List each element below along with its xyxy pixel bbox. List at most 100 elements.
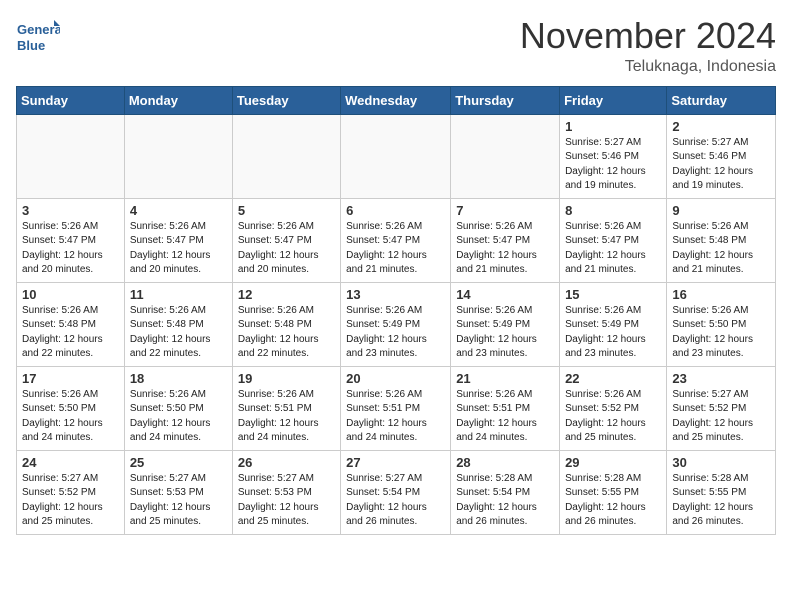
calendar-cell (124, 114, 232, 198)
calendar-cell: 14 Sunrise: 5:26 AM Sunset: 5:49 PM Dayli… (451, 282, 560, 366)
day-info: Sunrise: 5:26 AM Sunset: 5:50 PM Dayligh… (130, 388, 227, 446)
calendar-cell: 17 Sunrise: 5:26 AM Sunset: 5:50 PM Dayli… (17, 366, 125, 450)
day-number: 24 (22, 455, 119, 470)
calendar-header-row: Sunday Monday Tuesday Wednesday Thursday… (17, 86, 776, 114)
svg-text:Blue: Blue (17, 38, 45, 53)
day-info: Sunrise: 5:27 AM Sunset: 5:54 PM Dayligh… (346, 472, 445, 530)
calendar-cell: 3 Sunrise: 5:26 AM Sunset: 5:47 PM Daylig… (17, 198, 125, 282)
day-number: 3 (22, 203, 119, 218)
col-saturday: Saturday (667, 86, 776, 114)
day-info: Sunrise: 5:26 AM Sunset: 5:52 PM Dayligh… (565, 388, 661, 446)
day-info: Sunrise: 5:28 AM Sunset: 5:54 PM Dayligh… (456, 472, 554, 530)
calendar-cell (232, 114, 340, 198)
day-info: Sunrise: 5:27 AM Sunset: 5:52 PM Dayligh… (22, 472, 119, 530)
calendar-cell: 28 Sunrise: 5:28 AM Sunset: 5:54 PM Dayli… (451, 450, 560, 534)
day-number: 1 (565, 119, 661, 134)
day-info: Sunrise: 5:27 AM Sunset: 5:53 PM Dayligh… (238, 472, 335, 530)
day-info: Sunrise: 5:27 AM Sunset: 5:52 PM Dayligh… (672, 388, 770, 446)
col-monday: Monday (124, 86, 232, 114)
day-info: Sunrise: 5:26 AM Sunset: 5:48 PM Dayligh… (130, 304, 227, 362)
calendar-cell: 27 Sunrise: 5:27 AM Sunset: 5:54 PM Dayli… (341, 450, 451, 534)
calendar-cell: 15Sunrise: 5:26 AM Sunset: 5:49 PM Dayli… (560, 282, 667, 366)
calendar-cell: 21 Sunrise: 5:26 AM Sunset: 5:51 PM Dayli… (451, 366, 560, 450)
day-number: 22 (565, 371, 661, 386)
day-info: Sunrise: 5:27 AM Sunset: 5:46 PM Dayligh… (672, 136, 770, 194)
calendar-cell: 5 Sunrise: 5:26 AM Sunset: 5:47 PM Daylig… (232, 198, 340, 282)
day-info: Sunrise: 5:26 AM Sunset: 5:47 PM Dayligh… (456, 220, 554, 278)
month-title: November 2024 (520, 16, 776, 56)
calendar-cell: 20 Sunrise: 5:26 AM Sunset: 5:51 PM Dayli… (341, 366, 451, 450)
day-number: 15 (565, 287, 661, 302)
day-number: 12 (238, 287, 335, 302)
calendar-cell: 29 Sunrise: 5:28 AM Sunset: 5:55 PM Dayli… (560, 450, 667, 534)
calendar-cell: 8 Sunrise: 5:26 AM Sunset: 5:47 PM Daylig… (560, 198, 667, 282)
day-number: 28 (456, 455, 554, 470)
logo-svg: General Blue (16, 16, 60, 60)
day-number: 6 (346, 203, 445, 218)
day-info: Sunrise: 5:26 AM Sunset: 5:47 PM Dayligh… (130, 220, 227, 278)
logo-area: General Blue (16, 16, 60, 60)
calendar-cell: 1 Sunrise: 5:27 AM Sunset: 5:46 PM Daylig… (560, 114, 667, 198)
day-number: 7 (456, 203, 554, 218)
day-number: 9 (672, 203, 770, 218)
calendar-cell: 18 Sunrise: 5:26 AM Sunset: 5:50 PM Dayli… (124, 366, 232, 450)
day-number: 19 (238, 371, 335, 386)
calendar-cell: 22 Sunrise: 5:26 AM Sunset: 5:52 PM Dayli… (560, 366, 667, 450)
title-area: November 2024 Teluknaga, Indonesia (520, 16, 776, 76)
day-info: Sunrise: 5:26 AM Sunset: 5:48 PM Dayligh… (238, 304, 335, 362)
calendar-cell (341, 114, 451, 198)
day-info: Sunrise: 5:26 AM Sunset: 5:47 PM Dayligh… (346, 220, 445, 278)
day-number: 20 (346, 371, 445, 386)
calendar-cell: 10Sunrise: 5:26 AM Sunset: 5:48 PM Dayli… (17, 282, 125, 366)
col-thursday: Thursday (451, 86, 560, 114)
page: General Blue November 2024 Teluknaga, In… (0, 0, 792, 547)
day-number: 17 (22, 371, 119, 386)
day-number: 5 (238, 203, 335, 218)
day-info: Sunrise: 5:28 AM Sunset: 5:55 PM Dayligh… (565, 472, 661, 530)
location-title: Teluknaga, Indonesia (520, 58, 776, 76)
calendar-cell: 19 Sunrise: 5:26 AM Sunset: 5:51 PM Dayli… (232, 366, 340, 450)
svg-text:General: General (17, 22, 60, 37)
week-row-3: 10Sunrise: 5:26 AM Sunset: 5:48 PM Dayli… (17, 282, 776, 366)
calendar-cell: 7 Sunrise: 5:26 AM Sunset: 5:47 PM Daylig… (451, 198, 560, 282)
day-number: 18 (130, 371, 227, 386)
calendar-cell: 4Sunrise: 5:26 AM Sunset: 5:47 PM Daylig… (124, 198, 232, 282)
day-info: Sunrise: 5:26 AM Sunset: 5:47 PM Dayligh… (565, 220, 661, 278)
calendar-cell (17, 114, 125, 198)
day-info: Sunrise: 5:27 AM Sunset: 5:53 PM Dayligh… (130, 472, 227, 530)
day-info: Sunrise: 5:26 AM Sunset: 5:47 PM Dayligh… (238, 220, 335, 278)
calendar-cell: 16 Sunrise: 5:26 AM Sunset: 5:50 PM Dayli… (667, 282, 776, 366)
calendar-cell: 30 Sunrise: 5:28 AM Sunset: 5:55 PM Dayli… (667, 450, 776, 534)
day-info: Sunrise: 5:26 AM Sunset: 5:47 PM Dayligh… (22, 220, 119, 278)
calendar-cell: 2 Sunrise: 5:27 AM Sunset: 5:46 PM Daylig… (667, 114, 776, 198)
calendar-cell: 23Sunrise: 5:27 AM Sunset: 5:52 PM Dayli… (667, 366, 776, 450)
calendar: Sunday Monday Tuesday Wednesday Thursday… (16, 86, 776, 535)
day-number: 16 (672, 287, 770, 302)
day-number: 29 (565, 455, 661, 470)
day-number: 21 (456, 371, 554, 386)
day-number: 26 (238, 455, 335, 470)
week-row-2: 3 Sunrise: 5:26 AM Sunset: 5:47 PM Daylig… (17, 198, 776, 282)
calendar-cell: 24 Sunrise: 5:27 AM Sunset: 5:52 PM Dayli… (17, 450, 125, 534)
day-number: 27 (346, 455, 445, 470)
day-info: Sunrise: 5:26 AM Sunset: 5:50 PM Dayligh… (672, 304, 770, 362)
day-number: 8 (565, 203, 661, 218)
calendar-cell: 6 Sunrise: 5:26 AM Sunset: 5:47 PM Daylig… (341, 198, 451, 282)
day-number: 2 (672, 119, 770, 134)
day-info: Sunrise: 5:26 AM Sunset: 5:51 PM Dayligh… (346, 388, 445, 446)
day-number: 14 (456, 287, 554, 302)
calendar-cell (451, 114, 560, 198)
col-wednesday: Wednesday (341, 86, 451, 114)
week-row-1: 1 Sunrise: 5:27 AM Sunset: 5:46 PM Daylig… (17, 114, 776, 198)
day-info: Sunrise: 5:26 AM Sunset: 5:49 PM Dayligh… (346, 304, 445, 362)
day-info: Sunrise: 5:27 AM Sunset: 5:46 PM Dayligh… (565, 136, 661, 194)
day-info: Sunrise: 5:26 AM Sunset: 5:50 PM Dayligh… (22, 388, 119, 446)
day-info: Sunrise: 5:26 AM Sunset: 5:51 PM Dayligh… (238, 388, 335, 446)
day-number: 30 (672, 455, 770, 470)
day-info: Sunrise: 5:26 AM Sunset: 5:51 PM Dayligh… (456, 388, 554, 446)
calendar-cell: 12 Sunrise: 5:26 AM Sunset: 5:48 PM Dayli… (232, 282, 340, 366)
day-number: 25 (130, 455, 227, 470)
day-info: Sunrise: 5:26 AM Sunset: 5:49 PM Dayligh… (456, 304, 554, 362)
calendar-cell: 9Sunrise: 5:26 AM Sunset: 5:48 PM Daylig… (667, 198, 776, 282)
day-info: Sunrise: 5:28 AM Sunset: 5:55 PM Dayligh… (672, 472, 770, 530)
